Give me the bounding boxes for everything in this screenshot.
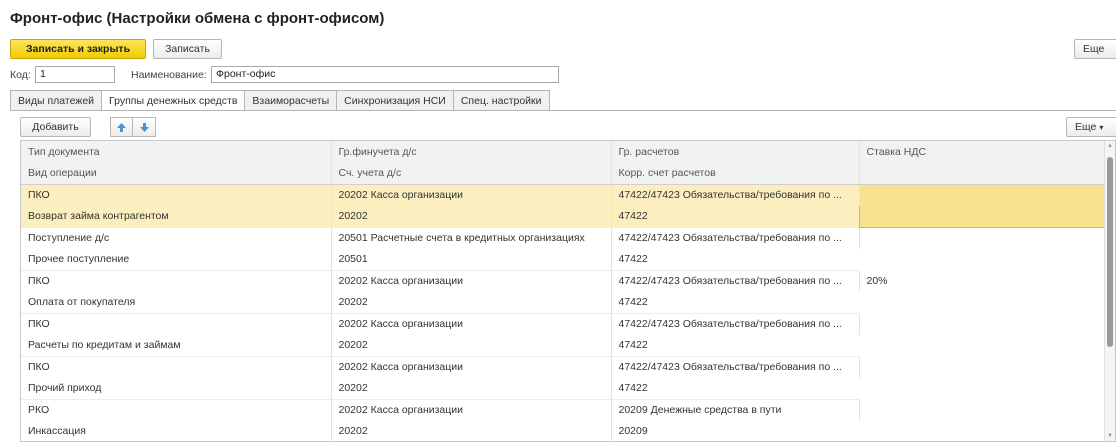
account-cell[interactable]: 20202 bbox=[331, 334, 612, 357]
corr-account-cell[interactable]: 47422 bbox=[611, 248, 859, 271]
scroll-thumb[interactable] bbox=[1107, 157, 1113, 347]
op-type-cell[interactable]: Прочее поступление bbox=[21, 248, 332, 271]
table-row[interactable]: Поступление д/с 20501 Расчетные счета в … bbox=[21, 227, 1105, 249]
save-and-close-button[interactable]: Записать и закрыть bbox=[10, 39, 146, 59]
fin-group-cell[interactable]: 20202 Касса организации bbox=[331, 184, 612, 206]
doc-type-cell[interactable]: ПКО bbox=[21, 270, 332, 292]
account-cell[interactable]: 20202 bbox=[331, 205, 612, 228]
op-type-cell[interactable]: Возврат займа контрагентом bbox=[21, 205, 332, 228]
doc-type-cell[interactable]: ПКО bbox=[21, 313, 332, 335]
table-row[interactable]: ПКО 20202 Касса организации 47422/47423 … bbox=[21, 356, 1105, 378]
settle-group-cell[interactable]: 47422/47423 Обязательства/требования по … bbox=[611, 356, 860, 378]
corr-account-cell[interactable]: 20209 bbox=[611, 420, 859, 441]
vat-cell[interactable] bbox=[859, 356, 1105, 399]
op-type-cell[interactable]: Инкассация bbox=[21, 420, 332, 441]
more-button-label: Еще bbox=[1083, 43, 1105, 55]
fin-group-cell[interactable]: 20202 Касса организации bbox=[331, 313, 612, 335]
settle-group-cell[interactable]: 47422/47423 Обязательства/требования по … bbox=[611, 270, 860, 292]
corr-account-cell[interactable]: 47422 bbox=[611, 205, 859, 228]
vertical-scrollbar[interactable]: ▲ ▼ bbox=[1104, 141, 1115, 441]
table-more-button[interactable]: Еще ▾ bbox=[1066, 117, 1116, 137]
fin-group-cell[interactable]: 20501 Расчетные счета в кредитных органи… bbox=[331, 227, 612, 249]
page-title: Фронт-офис (Настройки обмена с фронт-офи… bbox=[10, 10, 385, 27]
move-buttons bbox=[110, 117, 156, 137]
code-field[interactable]: 1 bbox=[35, 66, 115, 83]
doc-type-cell[interactable]: Поступление д/с bbox=[21, 227, 332, 249]
chevron-down-icon: ▾ bbox=[1099, 122, 1104, 132]
save-button[interactable]: Записать bbox=[153, 39, 222, 59]
arrow-down-icon bbox=[139, 122, 149, 132]
vat-cell[interactable] bbox=[859, 399, 1105, 441]
header-empty bbox=[859, 162, 1105, 185]
fin-group-cell[interactable]: 20202 Касса организации bbox=[331, 356, 612, 378]
tab-bar: Виды платежей Группы денежных средств Вз… bbox=[10, 90, 550, 111]
op-type-cell[interactable]: Расчеты по кредитам и займам bbox=[21, 334, 332, 357]
vat-cell[interactable] bbox=[859, 313, 1105, 356]
scroll-down-icon[interactable]: ▼ bbox=[1107, 433, 1113, 439]
header-op-type[interactable]: Вид операции bbox=[21, 162, 332, 185]
tab-divider bbox=[10, 110, 1116, 111]
vat-cell[interactable] bbox=[859, 227, 1105, 270]
table-row[interactable]: ПКО 20202 Касса организации 47422/47423 … bbox=[21, 183, 1106, 228]
scroll-up-icon[interactable]: ▲ bbox=[1107, 143, 1113, 149]
settle-group-cell[interactable]: 47422/47423 Обязательства/требования по … bbox=[611, 313, 860, 335]
settle-group-cell[interactable]: 20209 Денежные средства в пути bbox=[611, 399, 860, 421]
header-fin-group[interactable]: Гр.финучета д/с bbox=[331, 141, 612, 163]
account-cell[interactable]: 20202 bbox=[331, 420, 612, 441]
header-doc-type[interactable]: Тип документа bbox=[21, 141, 332, 163]
doc-type-cell[interactable]: ПКО bbox=[21, 356, 332, 378]
tab-payment-types[interactable]: Виды платежей bbox=[10, 90, 102, 111]
tab-nsi-sync[interactable]: Синхронизация НСИ bbox=[336, 90, 453, 111]
move-up-button[interactable] bbox=[110, 117, 133, 137]
account-cell[interactable]: 20202 bbox=[331, 377, 612, 400]
more-button[interactable]: Еще bbox=[1074, 39, 1116, 59]
corr-account-cell[interactable]: 47422 bbox=[611, 291, 859, 314]
add-button[interactable]: Добавить bbox=[20, 117, 91, 137]
fin-group-cell[interactable]: 20202 Касса организации bbox=[331, 270, 612, 292]
tab-cash-groups[interactable]: Группы денежных средств bbox=[101, 90, 245, 111]
header-vat[interactable]: Ставка НДС bbox=[859, 141, 1105, 163]
account-cell[interactable]: 20501 bbox=[331, 248, 612, 271]
settle-group-cell[interactable]: 47422/47423 Обязательства/требования по … bbox=[611, 184, 860, 206]
header-corr-account[interactable]: Корр. счет расчетов bbox=[611, 162, 860, 185]
table-more-label: Еще bbox=[1075, 121, 1097, 133]
table-row[interactable]: ПКО 20202 Касса организации 47422/47423 … bbox=[21, 270, 1105, 292]
op-type-cell[interactable]: Прочий приход bbox=[21, 377, 332, 400]
header-row-2: Вид операции Сч. учета д/с Корр. счет ра… bbox=[21, 162, 1105, 185]
vat-cell[interactable] bbox=[858, 183, 1106, 228]
cash-groups-table: Тип документа Гр.финучета д/с Гр. расчет… bbox=[20, 140, 1116, 442]
header-account[interactable]: Сч. учета д/с bbox=[331, 162, 612, 185]
table-row[interactable]: ПКО 20202 Касса организации 47422/47423 … bbox=[21, 313, 1105, 335]
corr-account-cell[interactable]: 47422 bbox=[611, 377, 859, 400]
tab-special-settings[interactable]: Спец. настройки bbox=[452, 90, 550, 111]
tab-settlements[interactable]: Взаиморасчеты bbox=[244, 90, 337, 111]
header-settle-group[interactable]: Гр. расчетов bbox=[611, 141, 860, 163]
doc-type-cell[interactable]: РКО bbox=[21, 399, 332, 421]
arrow-up-icon bbox=[117, 122, 126, 132]
doc-type-cell[interactable]: ПКО bbox=[21, 184, 332, 206]
corr-account-cell[interactable]: 47422 bbox=[611, 334, 859, 357]
fin-group-cell[interactable]: 20202 Касса организации bbox=[331, 399, 612, 421]
settle-group-cell[interactable]: 47422/47423 Обязательства/требования по … bbox=[611, 227, 860, 249]
table-row[interactable]: РКО 20202 Касса организации 20209 Денежн… bbox=[21, 399, 1105, 421]
header-row: Тип документа Гр.финучета д/с Гр. расчет… bbox=[21, 141, 1105, 163]
account-cell[interactable]: 20202 bbox=[331, 291, 612, 314]
name-label: Наименование: bbox=[131, 69, 207, 81]
vat-cell[interactable]: 20% bbox=[859, 270, 1105, 313]
name-field[interactable]: Фронт-офис bbox=[211, 66, 559, 83]
move-down-button[interactable] bbox=[133, 117, 156, 137]
op-type-cell[interactable]: Оплата от покупателя bbox=[21, 291, 332, 314]
code-label: Код: bbox=[10, 69, 31, 81]
